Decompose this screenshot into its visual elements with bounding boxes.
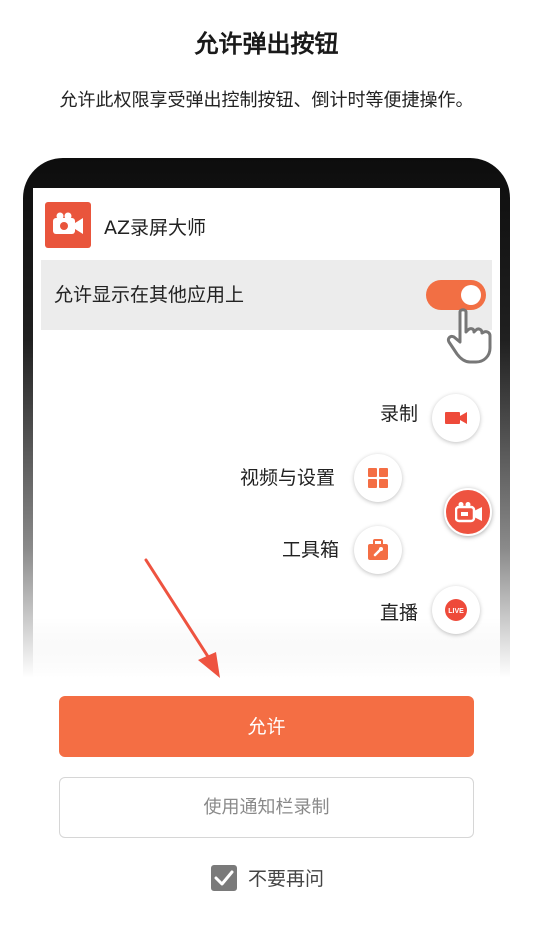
live-badge-icon: LIVE — [445, 599, 467, 621]
menu-item-toolbox: 工具箱 — [278, 526, 408, 574]
permission-label: 允许显示在其他应用上 — [54, 284, 245, 306]
phone-mockup: AZ录屏大师 允许显示在其他应用上 录制 视频与设置 工具箱 直播 LIVE — [23, 158, 510, 678]
phone-screen: AZ录屏大师 允许显示在其他应用上 录制 视频与设置 工具箱 直播 LIVE — [33, 188, 500, 678]
app-name: AZ录屏大师 — [104, 217, 207, 239]
live-button: LIVE — [432, 586, 480, 634]
menu-label-toolbox: 工具箱 — [282, 539, 340, 561]
record-button — [432, 394, 480, 442]
menu-item-video-settings: 视频与设置 — [233, 454, 403, 502]
floating-record-button — [444, 488, 492, 536]
checkmark-icon — [214, 870, 234, 886]
menu-label-video-settings: 视频与设置 — [240, 467, 336, 489]
overlay-permission-row: 允许显示在其他应用上 — [41, 260, 492, 330]
pointing-hand-icon — [446, 308, 494, 368]
toolbox-button — [354, 526, 402, 574]
pointer-arrow-icon — [144, 558, 220, 678]
svg-text:LIVE: LIVE — [448, 608, 464, 615]
notification-record-button[interactable]: 使用通知栏录制 — [59, 777, 474, 838]
menu-label-live: 直播 — [380, 602, 419, 624]
allow-button[interactable]: 允许 — [59, 696, 474, 757]
overlay-permission-toggle — [426, 280, 486, 310]
app-header: AZ录屏大师 — [45, 202, 485, 248]
floating-camera-icon — [455, 502, 482, 523]
permission-page: 允许弹出按钮 允许此权限享受弹出控制按钮、倒计时等便捷操作。 AZ录屏大师 允许… — [0, 0, 533, 948]
menu-item-record: 录制 — [373, 394, 493, 442]
page-title: 允许弹出按钮 — [194, 30, 339, 58]
dont-ask-label: 不要再问 — [248, 868, 325, 890]
page-subtitle: 允许此权限享受弹出控制按钮、倒计时等便捷操作。 — [59, 90, 474, 111]
grid-icon — [368, 468, 388, 488]
video-camera-icon — [445, 412, 467, 424]
menu-item-live: 直播 LIVE — [378, 586, 498, 634]
menu-label-record: 录制 — [380, 403, 419, 425]
video-settings-button — [354, 454, 402, 502]
toggle-knob — [461, 285, 481, 305]
app-logo-icon — [45, 202, 91, 248]
toolbox-icon — [368, 539, 388, 560]
dont-ask-checkbox[interactable] — [211, 865, 237, 891]
